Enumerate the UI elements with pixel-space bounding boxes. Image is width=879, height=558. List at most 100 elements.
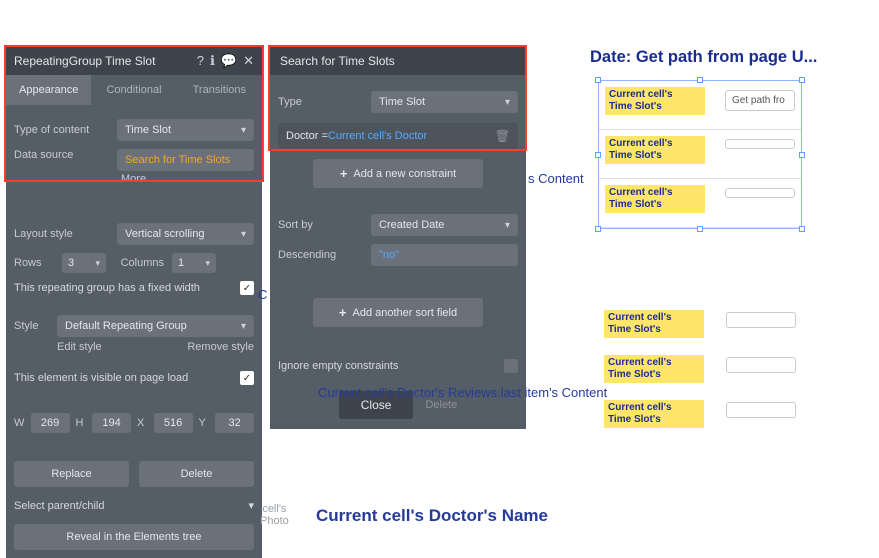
descending-value[interactable]: "no" bbox=[371, 244, 518, 266]
reveal-button[interactable]: Reveal in the Elements tree bbox=[14, 524, 254, 550]
data-source-select[interactable]: Search for Time Slots bbox=[117, 149, 254, 171]
sort-by-value: Created Date bbox=[379, 219, 444, 231]
resize-handle[interactable] bbox=[697, 77, 703, 83]
layout-style-value: Vertical scrolling bbox=[125, 228, 204, 240]
x-input[interactable]: 516 bbox=[154, 413, 193, 433]
remove-style-link[interactable]: Remove style bbox=[187, 341, 254, 353]
photo-label: cell's Photo bbox=[260, 503, 289, 527]
fixed-width-checkbox[interactable]: ✓ bbox=[240, 281, 254, 295]
comment-icon[interactable]: 💬 bbox=[221, 53, 237, 69]
columns-input[interactable]: 1▾ bbox=[172, 253, 216, 273]
row-style: Style Default Repeating Group ▾ bbox=[6, 311, 262, 341]
empty-pill[interactable] bbox=[725, 139, 795, 149]
close-icon[interactable]: ✕ bbox=[243, 53, 254, 69]
constraint-field: Doctor = bbox=[286, 130, 328, 142]
h-input[interactable]: 194 bbox=[92, 413, 131, 433]
row-rows-columns: Rows 3▾ Columns 1▾ bbox=[6, 249, 262, 277]
constraint-value: Current cell's Doctor bbox=[328, 130, 427, 142]
ignore-empty-checkbox[interactable] bbox=[504, 359, 518, 373]
element-editor-panel: RepeatingGroup Time Slot ? ℹ 💬 ✕ Appeara… bbox=[6, 47, 262, 558]
timeslot-badge: Current cell's Time Slot's bbox=[604, 310, 704, 338]
row-type: Type Time Slot ▾ bbox=[270, 87, 526, 117]
ignore-empty-label: Ignore empty constraints bbox=[278, 360, 496, 372]
layout-style-select[interactable]: Vertical scrolling ▾ bbox=[117, 223, 254, 245]
empty-pill[interactable] bbox=[726, 312, 796, 328]
edit-style-link[interactable]: Edit style bbox=[57, 341, 102, 353]
resize-handle[interactable] bbox=[799, 152, 805, 158]
resize-handle[interactable] bbox=[799, 77, 805, 83]
y-input[interactable]: 32 bbox=[215, 413, 254, 433]
reviews-text-full: Current cell's Doctor's Reviews:last ite… bbox=[318, 385, 607, 400]
rows-input[interactable]: 3▾ bbox=[62, 253, 106, 273]
rows-label: Rows bbox=[14, 257, 54, 269]
row-layout-style: Layout style Vertical scrolling ▾ bbox=[6, 219, 262, 249]
delete-button[interactable]: Delete bbox=[139, 461, 254, 487]
resize-handle[interactable] bbox=[595, 77, 601, 83]
add-sort-label: Add another sort field bbox=[353, 307, 458, 319]
chevron-down-icon: ▾ bbox=[505, 220, 510, 231]
type-of-content-select[interactable]: Time Slot ▾ bbox=[117, 119, 254, 141]
repeating-group-selected[interactable]: Current cell's Time Slot's Get path fro … bbox=[598, 80, 802, 229]
resize-handle[interactable] bbox=[595, 226, 601, 232]
row-replace-delete: Replace Delete bbox=[6, 453, 262, 495]
empty-pill[interactable] bbox=[726, 357, 796, 373]
data-source-more[interactable]: More... bbox=[117, 171, 254, 185]
w-input[interactable]: 269 bbox=[31, 413, 70, 433]
add-constraint-button[interactable]: + Add a new constraint bbox=[313, 159, 483, 188]
select-parent-label: Select parent/child bbox=[14, 500, 240, 512]
timeslot-badge: Current cell's Time Slot's bbox=[604, 400, 704, 428]
constraint-row[interactable]: Doctor = Current cell's Doctor 🗑 bbox=[278, 123, 518, 149]
tab-conditional[interactable]: Conditional bbox=[91, 75, 176, 105]
data-source-value: Search for Time Slots bbox=[125, 154, 230, 166]
row-ignore-empty: Ignore empty constraints bbox=[270, 355, 526, 377]
style-label: Style bbox=[14, 320, 49, 332]
repeating-group-2: Current cell's Time Slot's Current cell'… bbox=[598, 306, 802, 441]
row-dimensions: W 269 H 194 X 516 Y 32 bbox=[6, 407, 262, 439]
resize-handle[interactable] bbox=[799, 226, 805, 232]
timeslot-badge: Current cell's Time Slot's bbox=[605, 185, 705, 213]
search-delete-link[interactable]: Delete bbox=[425, 399, 457, 411]
type-select[interactable]: Time Slot ▾ bbox=[371, 91, 518, 113]
row-data-source: Data source Search for Time Slots More..… bbox=[6, 145, 262, 189]
tab-transitions[interactable]: Transitions bbox=[177, 75, 262, 105]
reviews-text-leading-c: C bbox=[258, 287, 267, 302]
timeslot-badge: Current cell's Time Slot's bbox=[604, 355, 704, 383]
type-of-content-label: Type of content bbox=[14, 124, 109, 136]
type-value: Time Slot bbox=[379, 96, 425, 108]
chevron-down-icon: ▾ bbox=[241, 229, 246, 240]
chevron-down-icon: ▾ bbox=[241, 321, 246, 332]
help-icon[interactable]: ? bbox=[197, 53, 204, 69]
chevron-down-icon[interactable]: ▾ bbox=[248, 499, 254, 512]
sort-by-select[interactable]: Created Date ▾ bbox=[371, 214, 518, 236]
row-style-actions: Edit style Remove style bbox=[6, 341, 262, 357]
empty-pill[interactable] bbox=[725, 188, 795, 198]
panel-header-icons: ? ℹ 💬 ✕ bbox=[197, 53, 254, 69]
replace-button[interactable]: Replace bbox=[14, 461, 129, 487]
date-title: Date: Get path from page U... bbox=[590, 48, 817, 67]
empty-pill[interactable] bbox=[726, 402, 796, 418]
style-select[interactable]: Default Repeating Group ▾ bbox=[57, 315, 254, 337]
row-descending: Descending "no" bbox=[270, 240, 526, 270]
visible-checkbox[interactable]: ✓ bbox=[240, 371, 254, 385]
trash-icon[interactable]: 🗑 bbox=[495, 129, 510, 143]
style-value: Default Repeating Group bbox=[65, 320, 187, 332]
descending-label: Descending bbox=[278, 249, 363, 261]
resize-handle[interactable] bbox=[595, 152, 601, 158]
chevron-down-icon: ▾ bbox=[505, 97, 510, 108]
resize-handle[interactable] bbox=[697, 226, 703, 232]
fixed-width-label: This repeating group has a fixed width bbox=[14, 282, 232, 294]
rg-cell: Current cell's Time Slot's bbox=[598, 396, 802, 441]
search-panel: Search for Time Slots Type Time Slot ▾ D… bbox=[270, 47, 526, 429]
sort-by-label: Sort by bbox=[278, 219, 363, 231]
w-label: W bbox=[14, 417, 25, 429]
rg-cell: Current cell's Time Slot's bbox=[599, 179, 801, 228]
search-panel-title: Search for Time Slots bbox=[270, 47, 526, 75]
row-type-of-content: Type of content Time Slot ▾ bbox=[6, 115, 262, 145]
get-path-pill[interactable]: Get path fro bbox=[725, 90, 795, 111]
chevron-down-icon: ▾ bbox=[241, 125, 246, 136]
info-icon[interactable]: ℹ bbox=[210, 53, 215, 69]
plus-icon: + bbox=[340, 166, 348, 181]
add-sort-button[interactable]: + Add another sort field bbox=[313, 298, 483, 327]
rg-cell: Current cell's Time Slot's bbox=[598, 351, 802, 396]
tab-appearance[interactable]: Appearance bbox=[6, 75, 91, 105]
